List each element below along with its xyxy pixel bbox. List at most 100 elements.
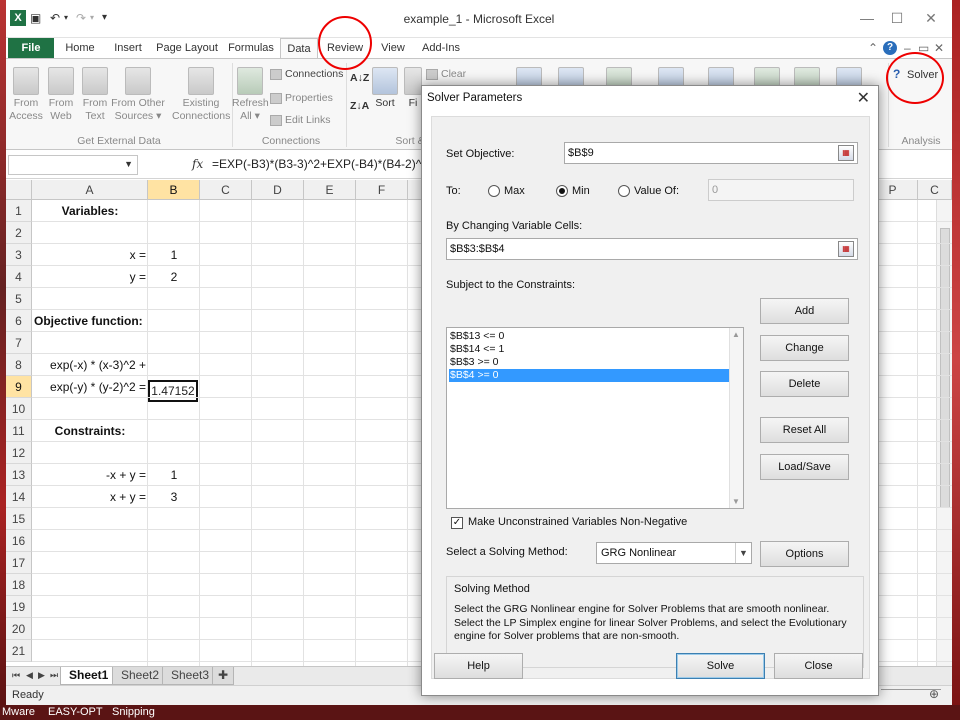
minimize-button[interactable]: —: [852, 8, 882, 28]
sheet-tab-sheet1[interactable]: Sheet1: [60, 667, 118, 685]
changing-cells-input[interactable]: $B$3:$B$4: [446, 238, 858, 260]
tab-data[interactable]: Data: [280, 38, 318, 58]
scroll-down-icon[interactable]: ▼: [732, 497, 740, 506]
active-cell-b9[interactable]: 1.47152: [148, 380, 198, 402]
column-header[interactable]: F: [356, 180, 408, 200]
cell-b13[interactable]: 1: [148, 464, 200, 486]
help-icon[interactable]: ?: [883, 41, 897, 55]
cell-a9[interactable]: exp(-y) * (y-2)^2 =: [32, 376, 148, 398]
select-all-corner[interactable]: [6, 180, 32, 200]
sheet-tab-sheet2[interactable]: Sheet2: [112, 667, 169, 685]
tab-formulas[interactable]: Formulas: [224, 38, 278, 58]
row-header[interactable]: 2: [6, 222, 32, 244]
list-item[interactable]: $B$14 <= 1: [449, 343, 729, 356]
row-header[interactable]: 7: [6, 332, 32, 354]
row-header[interactable]: 13: [6, 464, 32, 486]
set-objective-input[interactable]: $B$9: [564, 142, 858, 164]
list-item[interactable]: $B$3 >= 0: [449, 356, 729, 369]
column-header[interactable]: D: [252, 180, 304, 200]
column-header[interactable]: C: [200, 180, 252, 200]
name-box[interactable]: ▼: [8, 155, 138, 175]
cell-a4[interactable]: y =: [32, 266, 148, 288]
cell-a14[interactable]: x + y =: [32, 486, 148, 508]
sheet-tab-sheet3[interactable]: Sheet3: [162, 667, 219, 685]
cell-b4[interactable]: 2: [148, 266, 200, 288]
cell-a13[interactable]: -x + y =: [32, 464, 148, 486]
min-label[interactable]: Min: [572, 185, 590, 197]
row-header[interactable]: 10: [6, 398, 32, 420]
cell-a8[interactable]: exp(-x) * (x-3)^2 +: [32, 354, 148, 376]
value-of-label[interactable]: Value Of:: [634, 185, 679, 197]
taskbar-item[interactable]: Mware: [2, 706, 35, 718]
from-web-button[interactable]: From Web: [44, 63, 78, 123]
list-item[interactable]: $B$13 <= 0: [449, 330, 729, 343]
cell-a11[interactable]: Constraints:: [32, 420, 148, 442]
insert-function-icon[interactable]: fx: [192, 157, 203, 171]
close-icon[interactable]: ✕: [857, 88, 870, 108]
delete-button[interactable]: Delete: [760, 371, 849, 397]
scroll-up-icon[interactable]: ▲: [732, 330, 740, 339]
load-save-button[interactable]: Load/Save: [760, 454, 849, 480]
tab-file[interactable]: File: [8, 38, 54, 58]
refresh-all-button[interactable]: Refresh All ▾: [232, 63, 269, 123]
row-header[interactable]: 19: [6, 596, 32, 618]
cell-b3[interactable]: 1: [148, 244, 200, 266]
max-radio[interactable]: [488, 185, 500, 197]
row-header[interactable]: 21: [6, 640, 32, 662]
maximize-button[interactable]: ☐: [882, 8, 912, 28]
row-header[interactable]: 8: [6, 354, 32, 376]
list-item[interactable]: $B$4 >= 0: [449, 369, 729, 382]
cell-b14[interactable]: 3: [148, 486, 200, 508]
edit-links-button[interactable]: Edit Links: [270, 113, 331, 127]
from-text-button[interactable]: From Text: [78, 63, 112, 123]
cell-a1[interactable]: Variables:: [32, 200, 148, 222]
vertical-scrollbar[interactable]: [936, 200, 952, 666]
from-other-sources-button[interactable]: From Other Sources ▾: [110, 63, 166, 123]
collapse-dialog-icon[interactable]: ▦: [838, 241, 854, 257]
row-header[interactable]: 15: [6, 508, 32, 530]
tab-insert[interactable]: Insert: [104, 38, 152, 58]
sort-az-icon[interactable]: A↓Z: [350, 71, 369, 85]
row-header[interactable]: 6: [6, 310, 32, 332]
value-of-radio[interactable]: [618, 185, 630, 197]
close-button[interactable]: Close: [774, 653, 863, 679]
row-header[interactable]: 9: [6, 376, 32, 398]
cell-a6[interactable]: Objective function:: [34, 310, 194, 332]
chevron-down-icon[interactable]: ▼: [735, 543, 751, 563]
row-header[interactable]: 4: [6, 266, 32, 288]
last-sheet-icon[interactable]: ⏭: [50, 670, 58, 681]
row-header[interactable]: 16: [6, 530, 32, 552]
existing-connections-button[interactable]: Existing Connections: [172, 63, 230, 123]
properties-button[interactable]: Properties: [270, 91, 333, 105]
insert-sheet-icon[interactable]: ✚: [212, 667, 235, 685]
column-header[interactable]: A: [32, 180, 148, 200]
row-header[interactable]: 1: [6, 200, 32, 222]
first-sheet-icon[interactable]: ⏮: [12, 670, 20, 681]
row-header[interactable]: 3: [6, 244, 32, 266]
sort-za-icon[interactable]: Z↓A: [350, 99, 369, 113]
tab-home[interactable]: Home: [58, 38, 102, 58]
solving-method-select[interactable]: GRG Nonlinear ▼: [596, 542, 752, 564]
zoom-in-icon[interactable]: ⊕: [929, 687, 939, 701]
row-header[interactable]: 17: [6, 552, 32, 574]
change-button[interactable]: Change: [760, 335, 849, 361]
row-header[interactable]: 14: [6, 486, 32, 508]
next-sheet-icon[interactable]: ▶: [38, 670, 45, 681]
ribbon-collapse-icon[interactable]: ⌃: [868, 41, 878, 55]
add-button[interactable]: Add: [760, 298, 849, 324]
row-header[interactable]: 5: [6, 288, 32, 310]
column-header[interactable]: E: [304, 180, 356, 200]
reset-all-button[interactable]: Reset All: [760, 417, 849, 443]
clear-filter-button[interactable]: Clear: [426, 67, 466, 81]
taskbar-item[interactable]: Snipping: [112, 706, 155, 718]
row-header[interactable]: 18: [6, 574, 32, 596]
list-scrollbar[interactable]: ▲ ▼: [729, 328, 743, 508]
row-header[interactable]: 11: [6, 420, 32, 442]
nonnegative-label[interactable]: Make Unconstrained Variables Non-Negativ…: [468, 516, 687, 528]
row-header[interactable]: 12: [6, 442, 32, 464]
taskbar-item[interactable]: EASY-OPT: [48, 706, 103, 718]
tab-view[interactable]: View: [374, 38, 412, 58]
connections-button[interactable]: Connections: [270, 67, 343, 81]
column-header[interactable]: B: [148, 180, 200, 200]
solve-button[interactable]: Solve: [676, 653, 765, 679]
